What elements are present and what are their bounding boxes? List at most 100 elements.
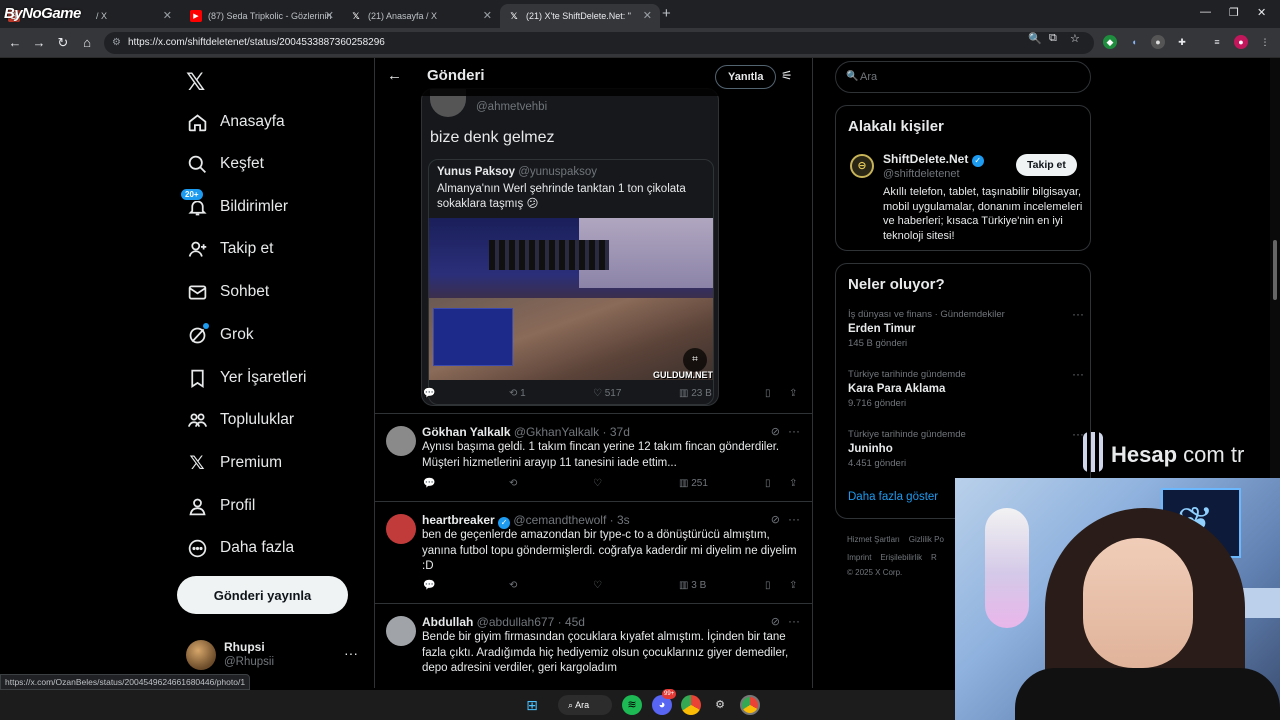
bookmark-icon[interactable]: ▯ — [765, 388, 771, 399]
home-icon[interactable]: ⌂ — [79, 35, 95, 50]
search-input[interactable]: 🔍 Ara — [835, 61, 1091, 93]
shiftdelete-logo-icon[interactable]: ⊖ — [850, 154, 874, 178]
related-name[interactable]: ShiftDelete.Net ✓ — [883, 152, 984, 167]
page-scrollbar[interactable] — [1270, 58, 1280, 478]
site-settings-icon[interactable]: ⚙ — [112, 32, 121, 54]
chrome-icon[interactable] — [681, 695, 701, 715]
scrollbar-thumb[interactable] — [1273, 240, 1277, 300]
gif-icon[interactable]: ⌗ — [683, 348, 707, 372]
grok-icon[interactable]: ⊘ — [771, 513, 780, 526]
zoom-icon[interactable]: 🔍 — [1028, 32, 1042, 45]
footer-link[interactable]: Erişilebilirlik — [880, 553, 922, 562]
puzzle-icon[interactable]: ✚ — [1175, 35, 1189, 49]
forward-icon[interactable]: → — [31, 35, 47, 50]
heart-icon[interactable]: ♡ — [593, 478, 602, 489]
reply-icon[interactable]: 💬 — [423, 580, 435, 591]
follow-button[interactable]: Takip et — [1016, 154, 1077, 176]
reading-list-icon[interactable]: ≡ — [1210, 35, 1224, 49]
nested-quote[interactable]: Yunus Paksoy @yunuspaksoy Almanya'nın We… — [428, 159, 714, 405]
retweet-icon[interactable]: ⟲ — [509, 580, 517, 591]
share-icon[interactable]: ⇪ — [789, 478, 797, 489]
footer-link[interactable]: Hizmet Şartları — [847, 535, 900, 544]
nav-explore[interactable]: Keşfet — [186, 149, 264, 179]
discord-icon[interactable]: ◕ 99+ — [652, 689, 677, 715]
bookmark-icon[interactable]: ▯ — [765, 580, 771, 591]
spotify-icon[interactable]: ≋ — [622, 695, 642, 715]
like-action[interactable]: ♡ 517 — [593, 388, 621, 399]
tab-4-active[interactable]: 𝕏 (21) X'te ShiftDelete.Net: " ✕ — [500, 4, 660, 28]
reply-icon[interactable]: 💬 — [423, 478, 435, 489]
retweet-action[interactable]: ⟲ 1 — [509, 388, 526, 399]
quoted-post[interactable]: @ahmetvehbi bize denk gelmez Yunus Pakso… — [421, 88, 719, 406]
taskbar-search[interactable]: ⌕ Ara — [558, 695, 612, 715]
account-switcher[interactable]: Rhupsi @Rhupsii ··· — [186, 638, 366, 674]
heart-icon[interactable]: ♡ — [593, 580, 602, 591]
footer-link[interactable]: Gizlilik Po — [909, 535, 944, 544]
windows-start-icon[interactable]: ⊞ — [522, 695, 542, 715]
post-button[interactable]: Gönderi yayınla — [177, 576, 348, 614]
maximize-icon[interactable]: ❐ — [1229, 6, 1239, 19]
nav-profile[interactable]: Profil — [186, 491, 255, 521]
more-icon[interactable]: ··· — [788, 512, 800, 526]
address-bar[interactable]: ⚙ https://x.com/shiftdeletenet/status/20… — [104, 32, 1094, 54]
reload-icon[interactable]: ↻ — [55, 35, 71, 51]
trend-item[interactable]: İş dünyası ve finans · Gündemdekiler Erd… — [848, 307, 1084, 349]
views-action[interactable]: ▥ 23 B — [679, 388, 712, 399]
reply-post[interactable]: Abdullah @abdullah677 · 45d ⊘ ··· Bende … — [375, 603, 812, 688]
tab-3[interactable]: 𝕏 (21) Anasayfa / X ✕ — [342, 4, 500, 28]
close-window-icon[interactable]: ✕ — [1257, 6, 1266, 19]
extension-icon[interactable]: ● — [1151, 35, 1165, 49]
more-icon[interactable]: ··· — [1072, 367, 1084, 381]
nav-more[interactable]: Daha fazla — [186, 533, 294, 563]
app-icon[interactable]: ⚙ — [710, 695, 730, 715]
nav-bookmarks[interactable]: Yer İşaretleri — [186, 363, 306, 393]
trend-item[interactable]: Türkiye tarihinde gündemde Kara Para Akl… — [848, 367, 1084, 409]
nav-communities[interactable]: Topluluklar — [186, 405, 294, 435]
x-logo-icon[interactable]: 𝕏 — [186, 68, 205, 97]
footer-link[interactable]: R — [931, 553, 937, 562]
footer-link[interactable]: Imprint — [847, 553, 871, 562]
post-image[interactable]: ⌗ GULDUM.NET — [429, 218, 713, 380]
reply-icon[interactable]: 💬 — [423, 388, 435, 399]
nav-grok[interactable]: Grok — [186, 320, 254, 350]
install-icon[interactable]: ⧉ — [1049, 32, 1057, 45]
views-action[interactable]: ▥ 3 B — [679, 580, 706, 591]
grok-icon[interactable]: ⊘ — [771, 425, 780, 438]
minimize-icon[interactable]: — — [1200, 6, 1211, 18]
reply-post[interactable]: heartbreaker ✓ @cemandthewolf · 3s ⊘ ···… — [375, 501, 812, 603]
chrome-menu-icon[interactable]: ⋮ — [1258, 35, 1272, 49]
chrome-active-icon[interactable] — [740, 695, 760, 715]
nav-home[interactable]: Anasayfa — [186, 107, 285, 137]
more-icon[interactable]: ··· — [1072, 307, 1084, 321]
more-icon[interactable]: ··· — [788, 614, 800, 628]
extension-shield-icon[interactable]: ◆ — [1103, 35, 1117, 49]
nav-premium[interactable]: 𝕏 Premium — [186, 448, 282, 478]
reply-button[interactable]: Yanıtla — [715, 65, 777, 89]
close-icon[interactable]: ✕ — [643, 9, 652, 22]
share-icon[interactable]: ⇪ — [789, 580, 797, 591]
extension-audio-icon[interactable]: ◖ — [1127, 35, 1141, 49]
close-icon[interactable]: ✕ — [325, 9, 334, 22]
close-icon[interactable]: ✕ — [483, 9, 492, 22]
share-icon[interactable]: ⇪ — [789, 388, 797, 399]
nav-follow[interactable]: Takip et — [186, 234, 273, 264]
tab-2[interactable]: ▶ (87) Seda Tripkolic - Gözlerinin ✕ — [182, 4, 342, 28]
new-tab-button[interactable]: + — [662, 5, 671, 22]
nav-messages[interactable]: Sohbet — [186, 277, 269, 307]
back-icon[interactable]: ← — [7, 35, 23, 50]
views-action[interactable]: ▥ 251 — [679, 478, 708, 489]
bookmark-star-icon[interactable]: ☆ — [1070, 32, 1080, 45]
show-more-link[interactable]: Daha fazla göster — [848, 491, 938, 503]
grok-icon[interactable]: ⊘ — [771, 615, 780, 628]
bookmark-icon[interactable]: ▯ — [765, 478, 771, 489]
back-arrow-icon[interactable]: ← — [387, 67, 402, 84]
nav-notifications[interactable]: 20+ Bildirimler — [180, 188, 288, 222]
settings-sliders-icon[interactable]: ⚟ — [781, 68, 793, 84]
close-icon[interactable]: ✕ — [163, 9, 172, 22]
trend-item[interactable]: Türkiye tarihinde gündemde Juninho 4.451… — [848, 427, 1084, 469]
retweet-icon[interactable]: ⟲ — [509, 478, 517, 489]
more-icon[interactable]: ··· — [788, 424, 800, 438]
more-icon[interactable]: ··· — [344, 645, 358, 661]
reply-post[interactable]: Gökhan Yalkalk @GkhanYalkalk · 37d ⊘ ···… — [375, 413, 812, 501]
profile-avatar-icon[interactable]: ● — [1234, 35, 1248, 49]
